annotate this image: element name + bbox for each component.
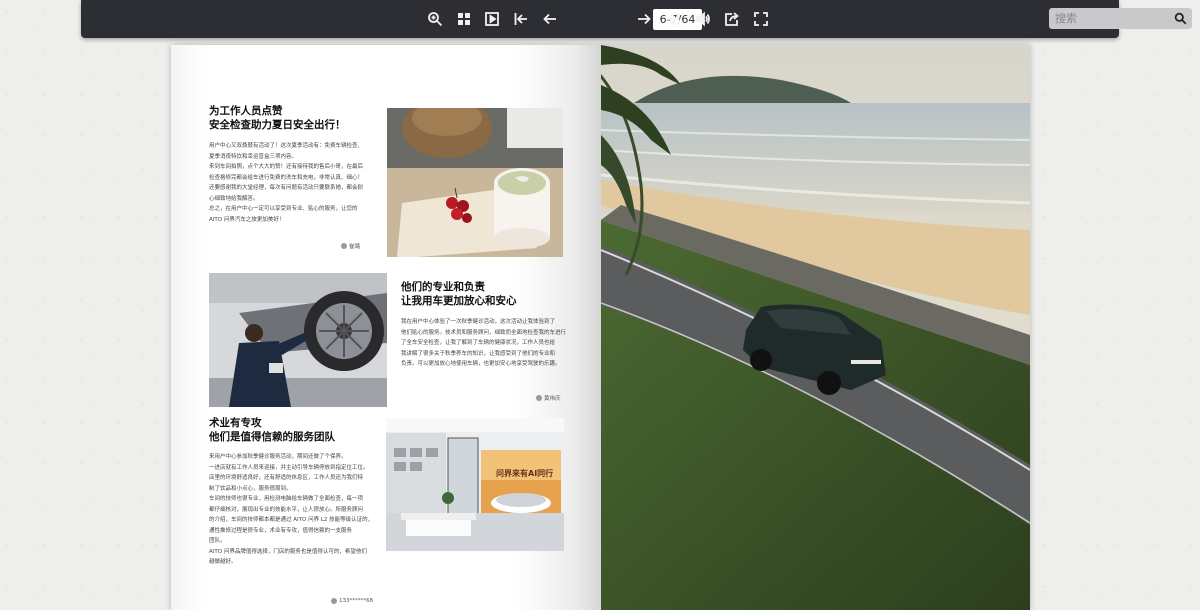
sound-icon[interactable]	[691, 7, 715, 31]
left-page[interactable]: 为工作人员点赞 安全检查助力夏日安全出行！ 用户中心又双叒叕有活动了！这次夏季活…	[171, 45, 601, 610]
section-3-credit: 133******68	[331, 598, 373, 604]
search-icon[interactable]	[1172, 10, 1189, 27]
coffee-photo	[387, 108, 563, 257]
fullscreen-icon[interactable]	[749, 7, 773, 31]
next-page-icon[interactable]	[632, 7, 656, 31]
toolbar: 6-7/64	[81, 0, 1192, 38]
autoplay-icon[interactable]	[480, 7, 504, 31]
section-2-credit: 黄伟庆	[536, 394, 561, 402]
section-1-body: 用户中心又双叒叕有活动了！这次夏季活动有：免费车辆检查、 夏季消夜特饮和幸运盲盒…	[209, 143, 364, 223]
coastal-road-car-photo	[601, 45, 1030, 610]
section-1-credit: 崔璐	[341, 242, 360, 250]
previous-page-icon[interactable]	[538, 7, 562, 31]
thumbnails-icon[interactable]	[452, 7, 476, 31]
section-2-body: 我在用户中心体验了一次秋季健诊活动，这次活动让我体验到了 他们贴心的服务。技术员…	[401, 319, 567, 367]
section-2-title: 他们的专业和负责 让我用车更加放心和安心	[401, 281, 517, 307]
first-page-icon[interactable]	[509, 7, 533, 31]
flipbook-spread[interactable]: 为工作人员点赞 安全检查助力夏日安全出行！ 用户中心又双叒叕有活动了！这次夏季活…	[171, 45, 1030, 610]
right-page[interactable]	[601, 45, 1030, 610]
user-avatar-icon	[331, 598, 337, 604]
user-avatar-icon	[341, 243, 347, 249]
zoom-icon[interactable]	[423, 7, 447, 31]
technician-photo	[209, 273, 387, 407]
search-box	[1049, 8, 1192, 29]
last-page-icon[interactable]	[661, 7, 685, 31]
share-icon[interactable]	[720, 7, 744, 31]
poster-headline: 问界来有AI同行	[496, 468, 553, 478]
service-center-photo: 问界来有AI同行	[386, 418, 564, 551]
section-3-body: 来用户中心参加秋季健诊服务活动，期间还做了个保养。 一进店就有工作人员来迎接，并…	[209, 454, 374, 565]
search-input[interactable]	[1049, 8, 1169, 29]
section-1-title: 为工作人员点赞 安全检查助力夏日安全出行！	[209, 105, 346, 131]
user-avatar-icon	[536, 395, 542, 401]
section-3-title: 术业有专攻 他们是值得信赖的服务团队	[209, 417, 335, 443]
